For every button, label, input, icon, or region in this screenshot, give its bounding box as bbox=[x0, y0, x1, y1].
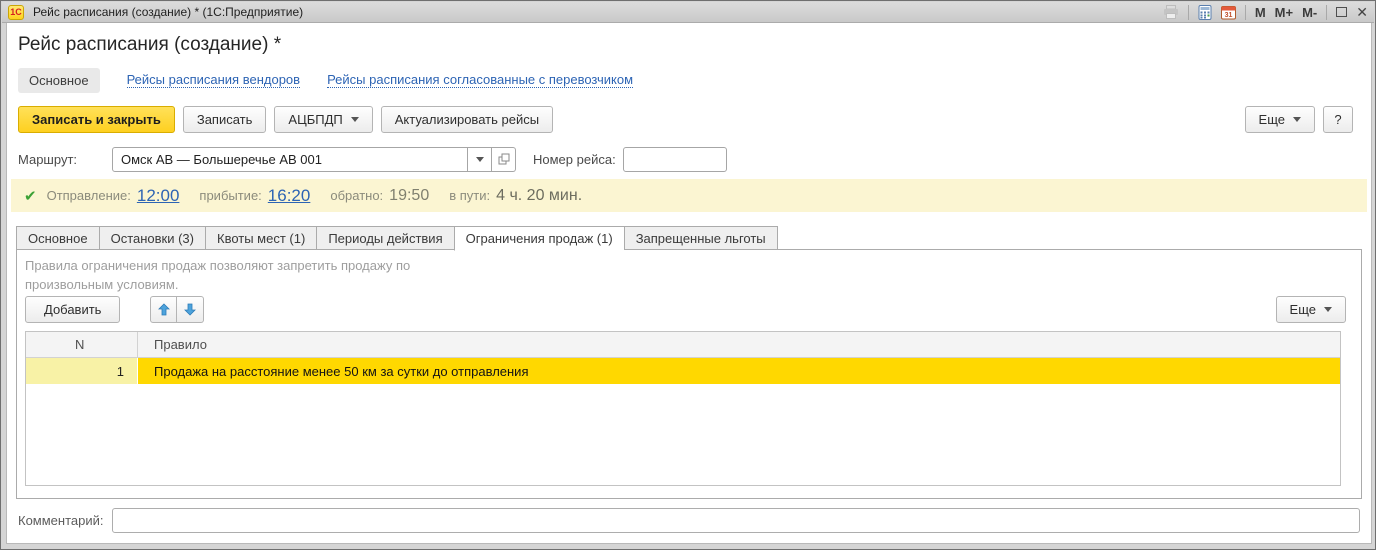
route-label: Маршрут: bbox=[18, 152, 112, 167]
tab-stops[interactable]: Остановки (3) bbox=[99, 226, 205, 250]
route-open-button[interactable] bbox=[492, 147, 516, 172]
return-label: обратно: bbox=[330, 188, 383, 203]
nav-link-vendor-trips[interactable]: Рейсы расписания вендоров bbox=[127, 72, 300, 88]
comment-input[interactable] bbox=[112, 508, 1361, 533]
arrow-up-icon bbox=[158, 303, 170, 316]
titlebar-buttons: 31 M M+ M- ✕ bbox=[1163, 5, 1368, 20]
trip-number-input[interactable] bbox=[623, 147, 727, 172]
nav-link-carrier-approved-trips[interactable]: Рейсы расписания согласованные с перевоз… bbox=[327, 72, 633, 88]
save-and-close-button[interactable]: Записать и закрыть bbox=[18, 106, 175, 133]
titlebar[interactable]: 1С Рейс расписания (создание) * (1С:Пред… bbox=[2, 2, 1374, 23]
page-title: Рейс расписания (создание) * bbox=[18, 34, 281, 56]
1c-logo-icon: 1С bbox=[8, 5, 24, 20]
actualize-trips-button[interactable]: Актуализировать рейсы bbox=[381, 106, 553, 133]
route-input[interactable] bbox=[112, 147, 468, 172]
help-button[interactable]: ? bbox=[1323, 106, 1353, 133]
tab-bar: Основное Остановки (3) Квоты мест (1) Пе… bbox=[16, 226, 778, 250]
route-dropdown-button[interactable] bbox=[468, 147, 492, 172]
window-title: Рейс расписания (создание) * (1С:Предпри… bbox=[33, 5, 303, 19]
column-header-n[interactable]: N bbox=[26, 332, 138, 357]
tab-main[interactable]: Основное bbox=[16, 226, 99, 250]
app-window: 1С Рейс расписания (создание) * (1С:Пред… bbox=[0, 0, 1376, 550]
caret-down-icon bbox=[351, 117, 359, 122]
departure-time-link[interactable]: 12:00 bbox=[137, 186, 180, 206]
comment-label: Комментарий: bbox=[18, 513, 104, 528]
calendar-icon[interactable]: 31 bbox=[1221, 5, 1236, 20]
departure-label: Отправление: bbox=[47, 188, 131, 203]
sales-restrictions-panel: Правила ограничения продаж позволяют зап… bbox=[16, 249, 1362, 499]
row-number-cell[interactable]: 1 bbox=[26, 358, 138, 384]
trip-number-label: Номер рейса: bbox=[533, 152, 616, 167]
return-time-value: 19:50 bbox=[389, 187, 429, 205]
panel-more-label: Еще bbox=[1290, 302, 1316, 317]
nav-item-main[interactable]: Основное bbox=[18, 68, 100, 93]
caret-down-icon bbox=[1293, 117, 1301, 122]
tab-validity-periods[interactable]: Периоды действия bbox=[316, 226, 453, 250]
more-label: Еще bbox=[1259, 112, 1285, 127]
caret-down-icon bbox=[1324, 307, 1332, 312]
titlebar-separator bbox=[1245, 5, 1246, 20]
route-combo bbox=[112, 147, 516, 172]
more-button[interactable]: Еще bbox=[1245, 106, 1315, 133]
maximize-button[interactable] bbox=[1336, 7, 1347, 17]
maximize-icon bbox=[1336, 7, 1347, 17]
arrival-label: прибытие: bbox=[199, 188, 261, 203]
check-icon: ✔ bbox=[24, 187, 37, 205]
m-minus-button[interactable]: M- bbox=[1302, 6, 1317, 19]
panel-more-button[interactable]: Еще bbox=[1276, 296, 1346, 323]
toolbar: Записать и закрыть Записать АЦБПДП Актуа… bbox=[18, 105, 1353, 133]
duration-value: 4 ч. 20 мин. bbox=[496, 187, 582, 205]
panel-controls: Добавить Еще bbox=[25, 296, 1346, 323]
svg-text:31: 31 bbox=[1224, 12, 1232, 19]
rule-cell[interactable]: Продажа на расстояние менее 50 км за сут… bbox=[138, 358, 1340, 384]
acbpdp-label: АЦБПДП bbox=[288, 112, 342, 127]
arrival-time-link[interactable]: 16:20 bbox=[268, 186, 311, 206]
move-down-button[interactable] bbox=[177, 296, 204, 323]
form-content: Рейс расписания (создание) * Основное Ре… bbox=[6, 23, 1372, 544]
panel-description: Правила ограничения продаж позволяют зап… bbox=[25, 256, 410, 294]
comment-row: Комментарий: bbox=[18, 507, 1360, 533]
add-button[interactable]: Добавить bbox=[25, 296, 120, 323]
save-button[interactable]: Записать bbox=[183, 106, 267, 133]
panel-description-line1: Правила ограничения продаж позволяют зап… bbox=[25, 256, 410, 275]
m-plus-button[interactable]: M+ bbox=[1275, 6, 1293, 19]
m-button[interactable]: M bbox=[1255, 6, 1266, 19]
close-button[interactable]: ✕ bbox=[1356, 5, 1368, 19]
table-header: N Правило bbox=[26, 332, 1340, 358]
trip-info-bar: ✔ Отправление: 12:00 прибытие: 16:20 обр… bbox=[11, 179, 1367, 212]
calculator-icon[interactable] bbox=[1198, 5, 1212, 20]
nav-bar: Основное Рейсы расписания вендоров Рейсы… bbox=[18, 67, 633, 93]
move-up-button[interactable] bbox=[150, 296, 177, 323]
panel-description-line2: произвольным условиям. bbox=[25, 275, 410, 294]
rules-table: N Правило 1 Продажа на расстояние менее … bbox=[25, 331, 1341, 486]
arrow-down-icon bbox=[184, 303, 196, 316]
1c-logo-text: 1С bbox=[10, 7, 22, 17]
caret-down-icon bbox=[476, 157, 484, 162]
table-row[interactable]: 1 Продажа на расстояние менее 50 км за с… bbox=[26, 358, 1340, 384]
tab-prohibited-benefits[interactable]: Запрещенные льготы bbox=[624, 226, 778, 250]
titlebar-separator bbox=[1188, 5, 1189, 20]
reorder-buttons bbox=[150, 296, 204, 323]
route-row: Маршрут: Номер рейса: bbox=[18, 146, 727, 172]
print-icon[interactable] bbox=[1163, 5, 1179, 19]
acbpdp-menu-button[interactable]: АЦБПДП bbox=[274, 106, 372, 133]
titlebar-separator bbox=[1326, 5, 1327, 20]
tab-seat-quotas[interactable]: Квоты мест (1) bbox=[205, 226, 316, 250]
open-item-icon bbox=[498, 153, 510, 165]
tab-sales-restrictions[interactable]: Ограничения продаж (1) bbox=[454, 226, 624, 251]
duration-label: в пути: bbox=[449, 188, 490, 203]
column-header-rule[interactable]: Правило bbox=[138, 332, 1340, 357]
